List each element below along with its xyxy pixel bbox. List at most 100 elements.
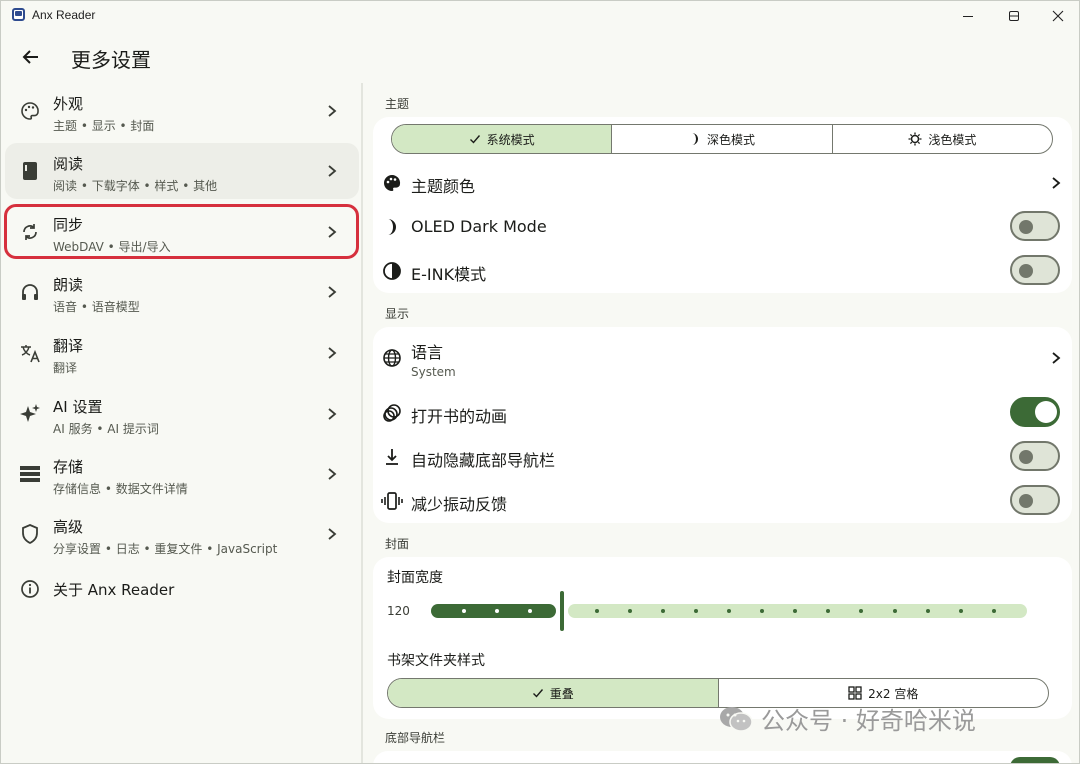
chevron-right-icon [328, 286, 337, 298]
sidebar-item-appearance[interactable]: 外观 主题 • 显示 • 封面 [5, 83, 359, 139]
sidebar-item-label: 阅读 [53, 155, 84, 173]
sidebar-item-label: 同步 [53, 216, 84, 234]
close-window-button[interactable] [1035, 1, 1079, 31]
sidebar-item-read-aloud[interactable]: 朗读 语音 • 语音模型 [5, 264, 359, 320]
slider-tick [694, 609, 698, 613]
sidebar-item-subtitle: 翻译 [53, 361, 78, 375]
slider-tick [495, 609, 499, 613]
page-title: 更多设置 [71, 48, 151, 72]
slider-tick [595, 609, 599, 613]
watermark-text: 公众号 · 好奇哈米说 [761, 707, 976, 735]
sidebar-item-subtitle: 阅读 • 下载字体 • 样式 • 其他 [53, 179, 218, 193]
chevron-right-icon [328, 347, 337, 359]
folder-style-overlap[interactable]: 重叠 [388, 679, 718, 707]
sidebar-item-translate[interactable]: 翻译 翻译 [5, 325, 359, 381]
close-icon [1052, 10, 1064, 22]
maximize-button[interactable] [991, 1, 1037, 31]
folder-style-label: 重叠 [549, 686, 574, 701]
sun-icon [908, 132, 922, 146]
toggle-knob [1019, 264, 1033, 278]
cover-width-label: 封面宽度 [387, 570, 443, 586]
theme-color-row[interactable]: 主题颜色 [373, 161, 1072, 205]
sidebar-item-label: 关于 Anx Reader [53, 581, 175, 599]
row-label: 自动隐藏底部导航栏 [411, 451, 556, 470]
section-title-cover: 封面 [385, 537, 410, 551]
auto-hide-nav-toggle[interactable] [1010, 441, 1060, 471]
section-title-theme: 主题 [385, 97, 410, 111]
sidebar-item-advanced[interactable]: 高级 分享设置 • 日志 • 重复文件 • JavaScript [5, 506, 359, 562]
cover-width-value: 120 [387, 604, 410, 618]
theme-mode-label: 深色模式 [706, 132, 755, 147]
eink-mode-toggle[interactable] [1010, 255, 1060, 285]
check-icon [532, 689, 543, 698]
sidebar-item-label: 朗读 [53, 276, 84, 294]
moon-icon [381, 216, 403, 238]
translate-icon [19, 342, 41, 364]
slider-tick [760, 609, 764, 613]
back-button[interactable] [15, 41, 47, 73]
eink-mode-row: E-INK模式 [373, 249, 1072, 293]
sidebar-item-about[interactable]: 关于 Anx Reader [5, 561, 359, 617]
display-card: 语言 System 打开书的动画 自动隐藏底部导航栏 减少振动反馈 [373, 327, 1072, 523]
sidebar-item-label: AI 设置 [53, 398, 103, 416]
bottom-nav-card [373, 751, 1072, 763]
slider-tick [528, 609, 532, 613]
oled-dark-mode-toggle[interactable] [1010, 211, 1060, 241]
sidebar-item-label: 存储 [53, 458, 84, 476]
arrow-left-icon [22, 50, 38, 64]
sidebar-item-subtitle: 语音 • 语音模型 [53, 300, 140, 314]
slider-tick [926, 609, 930, 613]
row-label: 打开书的动画 [411, 407, 508, 426]
theme-mode-dark[interactable]: 深色模式 [611, 125, 831, 153]
cover-width-slider[interactable] [431, 591, 1027, 631]
settings-content: 主题 系统模式 深色模式 浅色模式 主题颜色 OLED Dark Mode E-… [363, 83, 1079, 763]
language-value: System [411, 365, 456, 379]
sidebar-item-subtitle: WebDAV • 导出/导入 [53, 240, 171, 254]
app-logo-icon [12, 8, 25, 21]
auto-hide-nav-row: 自动隐藏底部导航栏 [373, 435, 1072, 479]
sidebar-item-ai-settings[interactable]: AI 设置 AI 服务 • AI 提示词 [5, 386, 359, 442]
row-label: 语言 [411, 343, 444, 362]
chevron-right-icon [328, 105, 337, 117]
folder-style-label: 书架文件夹样式 [387, 653, 485, 669]
minimize-icon [963, 16, 973, 17]
settings-sidebar: 外观 主题 • 显示 • 封面 阅读 阅读 • 下载字体 • 样式 • 其他 同… [1, 83, 361, 763]
sidebar-item-sync[interactable]: 同步 WebDAV • 导出/导入 [5, 204, 359, 260]
theme-mode-system[interactable]: 系统模式 [392, 125, 612, 153]
slider-tick [893, 609, 897, 613]
animation-icon [381, 402, 403, 424]
language-row[interactable]: 语言 System [373, 337, 1072, 389]
sidebar-item-reading[interactable]: 阅读 阅读 • 下载字体 • 样式 • 其他 [5, 143, 359, 199]
theme-mode-label: 系统模式 [486, 132, 535, 147]
slider-thumb[interactable] [560, 591, 564, 631]
slider-tick [959, 609, 963, 613]
sync-icon [19, 221, 41, 243]
row-label: 主题颜色 [411, 177, 476, 196]
folder-style-label: 2x2 宫格 [868, 686, 919, 701]
moon-icon [691, 133, 698, 145]
chevron-right-icon [1052, 177, 1061, 189]
sidebar-item-label: 高级 [53, 518, 84, 536]
sidebar-item-subtitle: 分享设置 • 日志 • 重复文件 • JavaScript [53, 542, 278, 556]
toggle-knob [1019, 450, 1033, 464]
theme-card: 系统模式 深色模式 浅色模式 主题颜色 OLED Dark Mode E-INK… [373, 117, 1072, 293]
contrast-icon [381, 260, 403, 282]
chevron-right-icon [328, 468, 337, 480]
open-book-animation-row: 打开书的动画 [373, 391, 1072, 435]
slider-tick [793, 609, 797, 613]
section-title-bottom-nav: 底部导航栏 [385, 731, 446, 745]
theme-mode-light[interactable]: 浅色模式 [831, 125, 1052, 153]
check-icon [469, 135, 480, 144]
download-icon [381, 446, 403, 468]
sidebar-item-storage[interactable]: 存储 存储信息 • 数据文件详情 [5, 446, 359, 502]
minimize-button[interactable] [945, 1, 991, 31]
open-book-animation-toggle[interactable] [1010, 397, 1060, 427]
toggle-knob [1019, 220, 1033, 234]
theme-mode-label: 浅色模式 [928, 132, 977, 147]
sidebar-item-label: 翻译 [53, 337, 84, 355]
row-label: OLED Dark Mode [411, 217, 547, 236]
bottom-nav-toggle[interactable] [1010, 757, 1060, 763]
reduce-vibration-toggle[interactable] [1010, 485, 1060, 515]
slider-tick [462, 609, 466, 613]
row-label: E-INK模式 [411, 265, 487, 284]
